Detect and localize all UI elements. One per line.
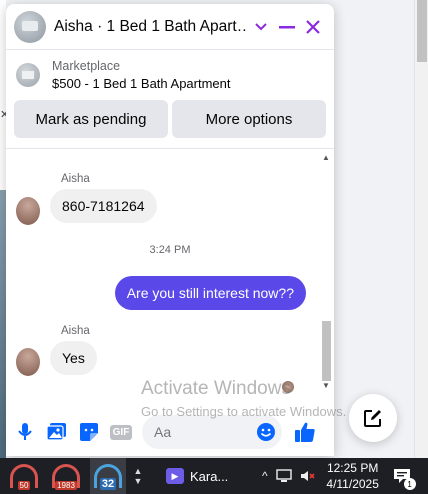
page-scrollbar-thumb[interactable] — [417, 0, 427, 62]
system-tray: ^ — [262, 469, 316, 483]
video-app-icon: ▶ — [166, 468, 184, 484]
chat-avatar[interactable] — [14, 10, 46, 43]
close-icon[interactable] — [300, 14, 326, 40]
gauge-label: 50 — [17, 481, 31, 490]
taskbar: 50 1983 32 ▲ ▼ ▶ Kara... ^ 12:25 PM 4/11… — [0, 458, 428, 494]
gif-icon[interactable]: GIF — [108, 419, 134, 445]
chevron-down-icon[interactable]: ▼ — [134, 476, 143, 486]
chat-header[interactable]: Aisha · 1 Bed 1 Bath Apart… — [6, 4, 334, 50]
clock-date: 4/11/2025 — [326, 477, 379, 491]
incoming-message[interactable]: Yes — [50, 341, 97, 375]
tray-expand-icon[interactable]: ^ — [262, 469, 268, 483]
gif-label: GIF — [109, 424, 133, 440]
avatar[interactable] — [16, 197, 40, 225]
mark-as-pending-button[interactable]: Mark as pending — [14, 100, 168, 138]
chat-window: Aisha · 1 Bed 1 Bath Apart… Marketplace … — [6, 4, 334, 456]
listing-source: Marketplace — [52, 59, 121, 73]
page-scrollbar[interactable] — [414, 0, 428, 458]
taskbar-scroll[interactable]: ▲ ▼ — [130, 466, 146, 486]
photo-icon[interactable] — [44, 419, 70, 445]
taskbar-gauge-app[interactable]: 1983 — [48, 458, 84, 494]
notification-count: 1 — [403, 478, 416, 490]
display-icon[interactable] — [275, 469, 292, 483]
message-list[interactable]: Aisha 860-7181264 3:24 PM Are you still … — [6, 148, 334, 398]
outgoing-message[interactable]: Are you still interest now?? — [114, 276, 306, 310]
seen-avatar — [282, 381, 294, 393]
incoming-message[interactable]: 860-7181264 — [50, 189, 157, 223]
listing-thumbnail — [16, 63, 40, 87]
message-sender: Aisha — [61, 325, 90, 337]
scroll-down-icon[interactable]: ▼ — [322, 381, 330, 390]
message-timestamp: 3:24 PM — [149, 244, 191, 256]
chevron-down-icon[interactable] — [248, 14, 274, 40]
minimize-icon[interactable] — [274, 14, 300, 40]
microphone-icon[interactable] — [12, 419, 38, 445]
listing-name: $500 - 1 Bed 1 Bath Apartment — [52, 76, 231, 91]
emoji-icon[interactable] — [256, 422, 276, 442]
taskbar-clock[interactable]: 12:25 PM 4/11/2025 — [322, 460, 384, 492]
avatar[interactable] — [16, 348, 40, 376]
listing-actions: Mark as pending More options — [6, 100, 334, 138]
notification-center-icon[interactable]: 1 — [390, 464, 416, 490]
message-composer: GIF — [6, 408, 334, 456]
new-message-button[interactable] — [349, 394, 397, 442]
taskbar-app-label: Kara... — [190, 468, 229, 484]
message-input-wrapper — [142, 415, 282, 449]
taskbar-gauge-app[interactable]: 50 — [6, 458, 42, 494]
message-sender: Aisha — [61, 173, 90, 185]
message-scrollbar-thumb[interactable] — [322, 321, 331, 381]
thumbs-up-icon[interactable] — [292, 419, 318, 445]
volume-muted-icon[interactable] — [300, 469, 316, 483]
marketplace-listing[interactable]: Marketplace $500 - 1 Bed 1 Bath Apartmen… — [6, 50, 334, 100]
compose-icon — [364, 410, 381, 427]
gauge-label: 1983 — [55, 481, 77, 490]
taskbar-app-button[interactable]: ▶ Kara... — [166, 468, 256, 484]
message-scrollbar[interactable]: ▲ ▼ — [320, 149, 332, 399]
sticker-icon[interactable] — [76, 419, 102, 445]
clock-time: 12:25 PM — [326, 461, 379, 475]
gauge-label: 32 — [99, 478, 117, 490]
more-options-button[interactable]: More options — [172, 100, 326, 138]
taskbar-gauge-app[interactable]: 32 — [90, 458, 126, 494]
chat-title[interactable]: Aisha · 1 Bed 1 Bath Apart… — [54, 18, 248, 36]
scroll-up-icon[interactable]: ▲ — [322, 153, 330, 162]
chevron-up-icon[interactable]: ▲ — [134, 466, 143, 476]
